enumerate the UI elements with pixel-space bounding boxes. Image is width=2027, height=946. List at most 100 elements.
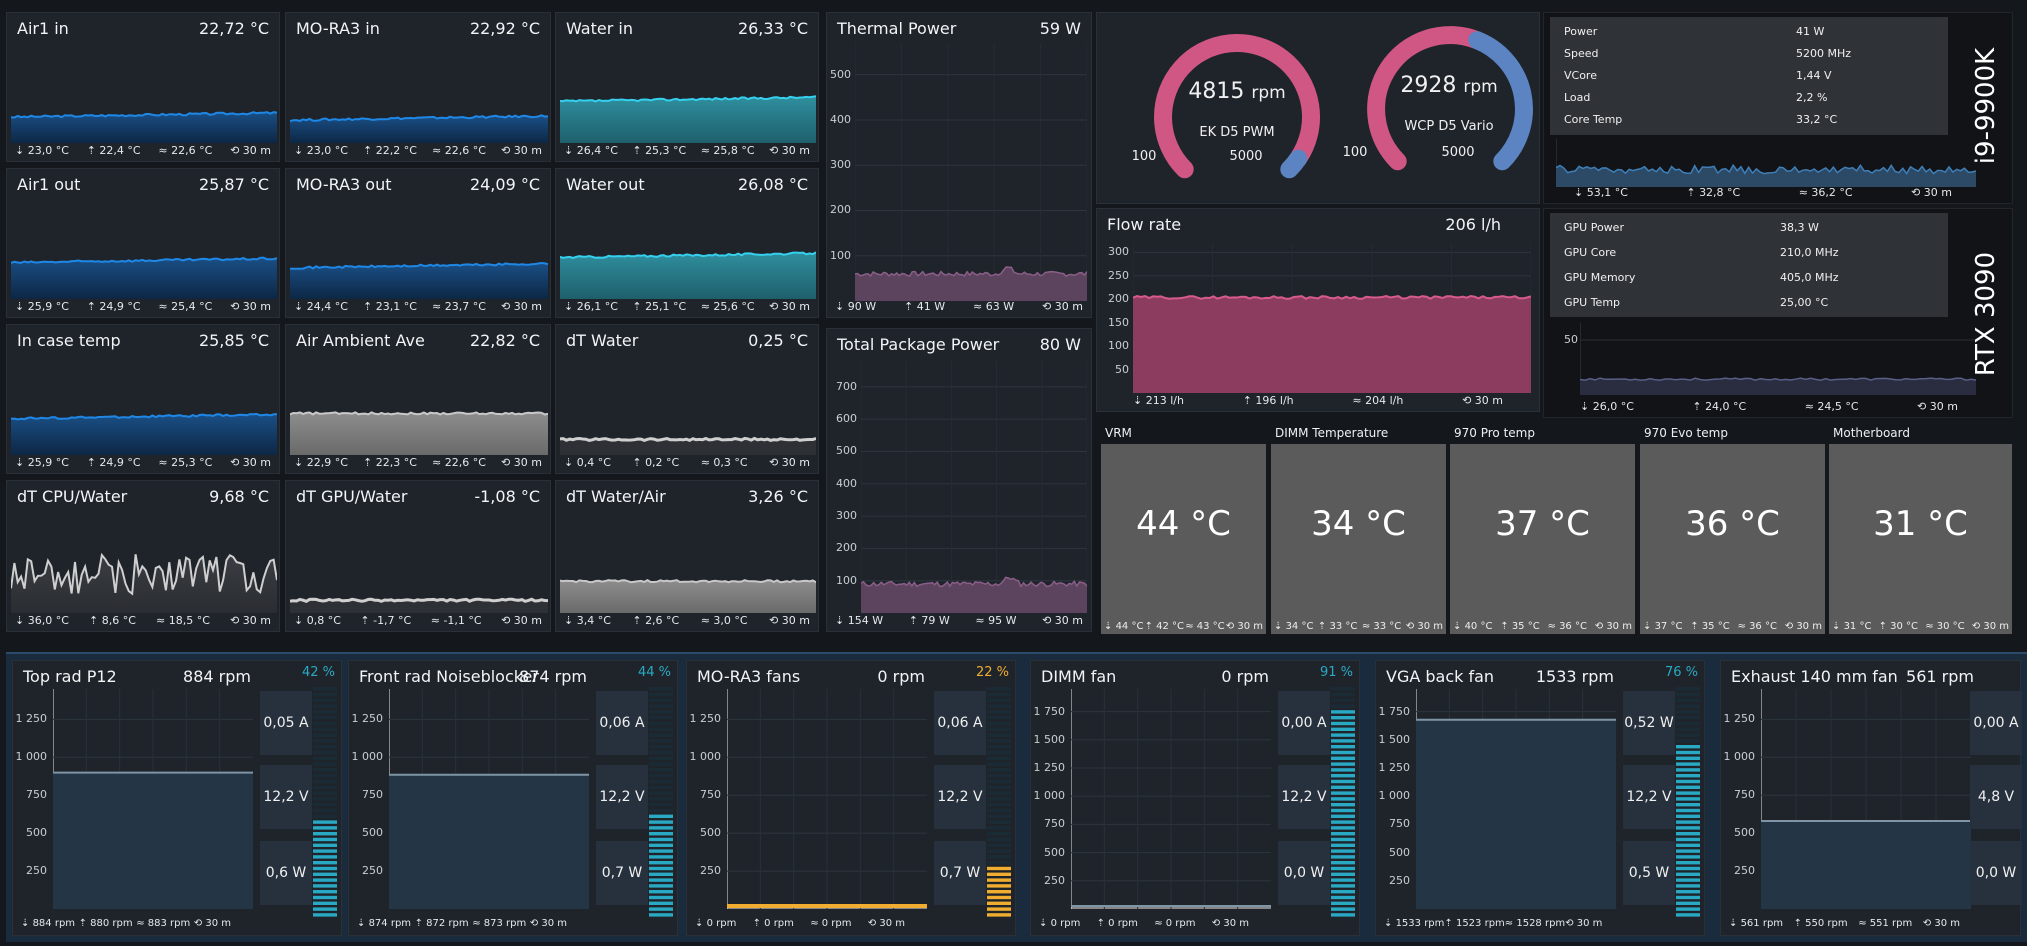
bar-segment	[649, 866, 673, 871]
footer-max-value: 42 °C	[1156, 621, 1185, 632]
temp-tile: 970 Pro temp 37 °C ⇣ 40 °C ⇡ 35 °C ≈ 36 °C ⟲ …	[1450, 426, 1635, 634]
footer-min-value: 25,9 °C	[27, 300, 69, 313]
fan-power-box: 0,6 W	[260, 841, 312, 905]
axis-tick: 500	[1389, 845, 1410, 859]
footer-avg: ≈ 0 rpm	[810, 918, 852, 929]
bar-segment	[649, 855, 673, 859]
tile-title: 970 Pro temp	[1454, 426, 1535, 440]
bar-segment	[649, 791, 673, 795]
footer-min: ⇣ 1533 rpm	[1384, 918, 1445, 929]
footer-time: ⟲ 30 m	[529, 918, 567, 929]
bar-segment	[1676, 849, 1700, 853]
axis-tick: 500	[26, 826, 47, 840]
bar-segment	[1331, 762, 1355, 766]
bar-segment	[987, 878, 1011, 882]
bar-segment	[1331, 768, 1355, 772]
bar-segment	[1331, 849, 1355, 853]
panel-value: 0,25 °C	[748, 331, 808, 350]
tile-footer: ⇣ 40 °C ⇡ 35 °C ≈ 36 °C ⟲ 30 m	[1453, 621, 1632, 632]
footer-min: ⇣ 154 W	[835, 614, 884, 627]
spec-value: 5200 MHz	[1796, 47, 1852, 60]
bar-segment	[1331, 739, 1355, 743]
spec-label: Speed	[1564, 47, 1599, 60]
fan-panel: Top rad P12 884 rpm 42 % 1 250 1 000 750 500 25…	[12, 660, 342, 936]
footer-min: ⇣ 40 °C	[1453, 621, 1493, 632]
bar-segment	[313, 878, 337, 882]
bar-segment	[1676, 791, 1700, 795]
footer-avg-value: 873 rpm	[483, 918, 527, 929]
bar-segment	[649, 733, 673, 737]
footer-avg-value: 1528 rpm	[1516, 918, 1566, 929]
footer-max: ⇡ 0 rpm	[752, 918, 794, 929]
footer-avg-value: 0,3 °C	[713, 456, 748, 469]
bar-segment	[1331, 791, 1355, 795]
bar-segment	[1676, 913, 1700, 917]
tile-value: 31 °C	[1873, 504, 1968, 544]
footer-max: ⇡ 872 rpm	[414, 918, 469, 929]
footer-min-value: 0 rpm	[1050, 918, 1081, 929]
bar-segment	[987, 716, 1011, 720]
axis-tick: 250	[362, 864, 383, 878]
temp-panel: dT Water/Air 3,26 °C ⇣ 3,4 °C ⇡ 2,6 °C ≈ 3,0…	[555, 480, 819, 632]
tile-value: 44 °C	[1136, 504, 1231, 544]
footer-time: ⟲ 30 m	[1565, 918, 1603, 929]
panel-value: 80 W	[1039, 335, 1081, 354]
axis-tick: 700	[836, 379, 857, 393]
temp-panel: Water out 26,08 °C ⇣ 26,1 °C ⇡ 25,1 °C ≈ 25,…	[555, 168, 819, 318]
footer-max-value: 22,4 °C	[99, 144, 141, 157]
fan-voltage-box: 12,2 V	[934, 765, 986, 829]
bar-segment	[1331, 704, 1355, 708]
bar-segment	[313, 716, 337, 720]
footer-time-value: 30 m	[781, 300, 810, 313]
fan-percent: 76 %	[1664, 665, 1698, 680]
bar-segment	[987, 791, 1011, 795]
bar-segment	[1676, 866, 1700, 871]
fan-voltage-box: 4,8 V	[1970, 765, 2022, 829]
panel-footer: ⇣ 561 rpm ⇡ 550 rpm ≈ 551 rpm ⟲ 30 m	[1729, 918, 1960, 932]
panel-footer: ⇣ 874 rpm ⇡ 872 rpm ≈ 873 rpm ⟲ 30 m	[357, 918, 567, 932]
footer-avg-value: 22,6 °C	[444, 144, 486, 157]
temp-graph	[290, 261, 548, 299]
axis-tick: 300	[836, 509, 857, 523]
bar-segment	[649, 698, 673, 702]
spec-label: VCore	[1564, 69, 1597, 82]
bar-segment	[987, 843, 1011, 847]
footer-min: ⇣ 0,8 °C	[294, 614, 341, 627]
axis-tick: 300	[830, 158, 851, 172]
bar-segment	[1331, 837, 1355, 842]
footer-time: ⟲ 30 m	[1971, 621, 2009, 632]
axis-tick: 100	[1108, 339, 1129, 353]
graph-line	[560, 436, 816, 443]
package-power-panel: Total Package Power 80 W ⇣ 154 W ⇡ 79 W …	[826, 328, 1092, 632]
gpu-footer: ⇣ 26,0 °C ⇡ 24,0 °C ≈ 24,5 °C ⟲ 30 m	[1580, 400, 1958, 414]
bar-segment	[1331, 727, 1355, 731]
footer-min-value: 25,9 °C	[27, 456, 69, 469]
footer-min: ⇣ 25,9 °C	[15, 456, 69, 469]
temp-graph	[11, 552, 277, 613]
bar-segment	[649, 727, 673, 731]
gauge-rest-arc	[1468, 31, 1533, 171]
footer-min: ⇣ 90 W	[835, 300, 877, 313]
gpu-axis-tick: 50	[1564, 333, 1578, 346]
bar-segment	[1676, 837, 1700, 842]
temp-graph	[11, 412, 277, 455]
axis-tick: 200	[830, 203, 851, 217]
graph-area	[53, 772, 253, 909]
gpu-name: RTX 3090	[1971, 251, 2001, 377]
fan-percent: 44 %	[637, 665, 671, 680]
footer-avg: ≈ 22,6 °C	[158, 144, 213, 157]
footer-max: ⇡ 196 l/h	[1242, 394, 1294, 407]
bar-segment	[1331, 716, 1355, 720]
temp-tile: VRM 44 °C ⇣ 44 °C ⇡ 42 °C ≈ 43 °C ⟲ 30 m	[1101, 426, 1266, 634]
footer-min: ⇣ 0 rpm	[695, 918, 737, 929]
spec-label: Core Temp	[1564, 113, 1623, 126]
footer-min: ⇣ 3,4 °C	[564, 614, 611, 627]
bar-segment	[313, 803, 337, 807]
bar-segment	[987, 872, 1011, 876]
tile-footer: ⇣ 37 °C ⇡ 35 °C ≈ 36 °C ⟲ 30 m	[1643, 621, 1822, 632]
footer-min: ⇣ 213 l/h	[1133, 394, 1184, 407]
footer-time-value: 30 m	[205, 918, 231, 929]
axis-tick: 300	[1108, 245, 1129, 259]
fan-power-box: 0,0 W	[1970, 841, 2022, 905]
axis-tick: 1 750	[1033, 704, 1066, 718]
